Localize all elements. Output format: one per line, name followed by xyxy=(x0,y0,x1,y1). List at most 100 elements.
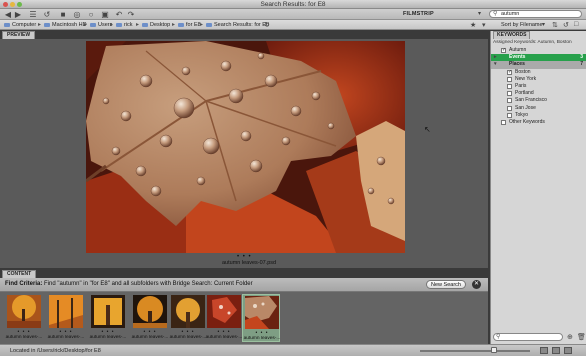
sort-by-filename[interactable]: Sort by Filename xyxy=(501,22,543,28)
view-details-icon[interactable] xyxy=(552,347,560,354)
preview-panel: • • • autumn leaves-07.psd ↖ xyxy=(0,39,488,268)
open-in-camera-raw-icon[interactable]: ○ xyxy=(86,10,96,19)
workspace-menu-icon[interactable]: ▾ xyxy=(478,10,481,17)
search-input[interactable]: ⚲ autumn xyxy=(489,10,582,18)
recent-files-icon[interactable]: ↺ xyxy=(42,10,52,19)
window-title: Search Results: for E8 xyxy=(260,1,326,8)
view-list-icon[interactable] xyxy=(564,347,572,354)
thumbnail-label: autumn leaves-... xyxy=(205,335,243,340)
keyword-item-san-francisco[interactable]: San Francisco xyxy=(491,97,586,104)
keyword-item-boston[interactable]: Boston xyxy=(491,69,586,76)
keyword-item-paris[interactable]: Paris xyxy=(491,83,586,90)
back-arrow-icon[interactable]: ◀ xyxy=(4,10,12,19)
rotate-right-icon[interactable]: ↷ xyxy=(126,10,136,19)
filmstrip-thumb[interactable]: • • • autumn leaves-... xyxy=(205,294,243,342)
tab-keywords[interactable]: KEYWORDS xyxy=(493,31,531,39)
status-location-text: Located in /Users/rick/Desktop/for E8 xyxy=(10,348,101,354)
filmstrip-thumb[interactable]: • • • autumn leaves-... xyxy=(5,294,43,342)
folder-icon xyxy=(116,22,122,27)
open-recent-icon[interactable]: ↺ xyxy=(563,21,569,29)
search-input-value: autumn xyxy=(501,11,520,17)
filmstrip-thumb[interactable]: • • • autumn leaves-... xyxy=(169,294,207,342)
thumbnail-image xyxy=(207,295,241,328)
sort-direction-icon[interactable]: ⇅ xyxy=(552,21,558,29)
thumbnail-image xyxy=(245,296,279,329)
get-photos-icon[interactable]: ■ xyxy=(58,10,68,19)
view-grid-icon[interactable] xyxy=(540,347,548,354)
filmstrip-thumb[interactable]: • • • autumn leaves-... xyxy=(47,294,85,342)
keyword-checkbox[interactable] xyxy=(501,119,506,125)
keyword-checkbox[interactable] xyxy=(507,91,512,97)
tab-content[interactable]: CONTENT xyxy=(2,270,37,278)
breadcrumb-separator: ▸ xyxy=(136,22,140,28)
delete-keyword-icon[interactable]: 🗑 xyxy=(577,334,586,341)
disclosure-triangle-icon[interactable]: ▾ xyxy=(494,61,497,68)
breadcrumb-separator: ▸ xyxy=(200,22,204,28)
keyword-checkbox[interactable] xyxy=(507,98,512,104)
breadcrumb-macintosh-hd[interactable]: Macintosh HD xyxy=(44,22,87,28)
thumbnail-label: autumn leaves-... xyxy=(243,336,281,341)
keyword-checkbox[interactable] xyxy=(507,105,512,111)
find-criteria-label: Find Criteria: xyxy=(5,281,43,287)
folder-icon xyxy=(178,22,184,27)
rotate-left-icon[interactable]: ↶ xyxy=(114,10,124,19)
search-icon: ⚲ xyxy=(493,11,498,17)
disk-icon xyxy=(44,22,50,27)
keyword-search-input[interactable]: ⚲ xyxy=(493,333,563,341)
filmstrip-thumb-selected[interactable]: • • • autumn leaves-... xyxy=(242,294,280,342)
new-folder-icon[interactable]: □ xyxy=(574,21,578,28)
thumbnail-size-slider[interactable] xyxy=(420,350,530,352)
keyword-checkbox[interactable] xyxy=(507,83,512,89)
computer-icon xyxy=(4,22,10,27)
tab-preview[interactable]: PREVIEW xyxy=(2,31,36,39)
keyword-item-san-jose[interactable]: San Jose xyxy=(491,105,586,112)
breadcrumb-computer[interactable]: Computer xyxy=(4,22,36,28)
keyword-item-autumn[interactable]: Autumn xyxy=(491,47,586,54)
thumbnail-size-slider-handle[interactable] xyxy=(491,347,497,353)
thumbnail-label: autumn leaves-... xyxy=(47,335,85,340)
keyword-checkbox[interactable] xyxy=(501,47,506,54)
folder-icon xyxy=(142,22,148,27)
filter-menu-icon[interactable]: ▾ xyxy=(482,21,486,29)
output-icon[interactable]: ▣ xyxy=(100,10,110,19)
breadcrumb-desktop[interactable]: Desktop xyxy=(142,22,170,28)
sort-menu-icon[interactable]: ▾ xyxy=(542,21,545,28)
new-search-button[interactable]: New Search xyxy=(426,280,466,289)
breadcrumb-rick[interactable]: rick xyxy=(116,22,133,28)
breadcrumb-separator: ▸ xyxy=(172,22,176,28)
filmstrip-thumb[interactable]: • • • autumn leaves-... xyxy=(131,294,169,342)
status-bar: Located in /Users/rick/Desktop/for E8 xyxy=(0,344,586,356)
thumbnail-label: autumn leaves-... xyxy=(169,335,207,340)
disclosure-triangle-icon[interactable]: ▸ xyxy=(494,54,497,61)
search-icon: ⚲ xyxy=(496,334,501,340)
keyword-checkbox[interactable] xyxy=(507,112,512,118)
folder-icon xyxy=(90,22,96,27)
keyword-category-places[interactable]: ▾ Places 7 xyxy=(491,61,586,69)
recent-folders-icon[interactable]: ☰ xyxy=(28,10,38,19)
thumbnail-label: autumn leaves-... xyxy=(131,335,169,340)
keyword-category-events[interactable]: ▸ Events 3 xyxy=(491,54,586,62)
preview-image xyxy=(86,41,405,253)
keyword-item-new-york[interactable]: New York xyxy=(491,76,586,83)
filmstrip-thumb[interactable]: • • • autumn leaves-... xyxy=(89,294,127,342)
keyword-checkbox[interactable] xyxy=(507,76,512,82)
thumbnail-image xyxy=(49,295,83,328)
refine-icon[interactable]: ◎ xyxy=(72,10,82,19)
breadcrumb-separator: ▸ xyxy=(38,22,42,28)
main-toolbar: ◀ ▶ ☰ ↺ ■ ◎ ○ ▣ ↶ ↷ FILMSTRIP ▾ ⚲ autumn xyxy=(0,9,586,20)
breadcrumb-for-e8[interactable]: for E8 xyxy=(178,22,201,28)
close-search-icon[interactable]: ✕ xyxy=(472,280,481,289)
breadcrumb-separator: ▸ xyxy=(84,22,88,28)
keyword-item-portland[interactable]: Portland xyxy=(491,90,586,97)
filter-star-icon[interactable]: ★ xyxy=(470,21,476,29)
keyword-item-other-keywords[interactable]: Other Keywords xyxy=(491,119,586,126)
keyword-item-tokyo[interactable]: Tokyo xyxy=(491,112,586,119)
refresh-icon[interactable]: ↻ xyxy=(264,21,270,29)
workspace-filmstrip[interactable]: FILMSTRIP xyxy=(403,11,434,17)
breadcrumb-search-results[interactable]: Search Results: for E8 xyxy=(206,22,269,28)
new-keyword-icon[interactable]: ⊕ xyxy=(567,334,573,341)
find-criteria-text: Find "autumn" in "for E8" and all subfol… xyxy=(44,281,253,287)
forward-arrow-icon[interactable]: ▶ xyxy=(14,10,22,19)
keywords-panel: KEYWORDS Assigned Keywords: Autumn, Bost… xyxy=(490,31,586,344)
keyword-checkbox[interactable] xyxy=(507,69,512,76)
